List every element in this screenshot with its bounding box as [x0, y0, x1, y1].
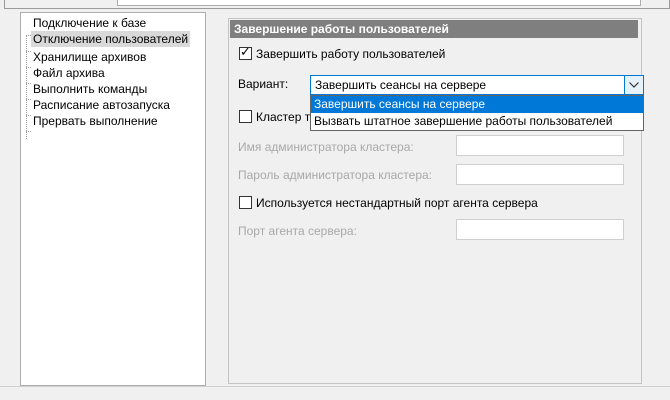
top-input[interactable] [117, 0, 641, 6]
cluster-admin-password-label: Пароль администратора кластера: [238, 168, 433, 182]
cluster-checkbox[interactable] [239, 110, 252, 123]
nonstandard-port-checkbox[interactable] [239, 196, 252, 209]
top-field-frame [4, 0, 670, 9]
tree-item-users-disconnect[interactable]: Отключение пользователей [31, 31, 191, 47]
variant-select[interactable]: Завершить сеансы на сервере [310, 75, 644, 95]
agent-port-input[interactable] [456, 219, 624, 240]
agent-port-label: Порт агента сервера: [238, 224, 357, 238]
tree-connector [26, 131, 31, 132]
variant-label: Вариант: [238, 77, 289, 91]
variant-option[interactable]: Завершить сеансы на сервере [311, 96, 643, 113]
variant-option[interactable]: Вызвать штатное завершение работы пользо… [311, 113, 643, 130]
cluster-checkbox-label: Кластер т [256, 110, 311, 124]
check-icon: ✓ [240, 44, 251, 59]
top-frame [0, 0, 670, 12]
terminate-users-checkbox[interactable]: ✓ [239, 44, 252, 60]
cluster-admin-name-input[interactable] [456, 135, 624, 156]
section-title: Завершение работы пользователей [230, 20, 638, 38]
tree-item-archive-storage[interactable]: Хранилище архивов [31, 49, 148, 65]
cluster-admin-name-label: Имя администратора кластера: [238, 140, 414, 154]
chevron-down-icon [629, 82, 639, 88]
variant-selected-value: Завершить сеансы на сервере [315, 78, 487, 92]
terminate-users-label: Завершить работу пользователей [256, 47, 446, 61]
dropdown-button[interactable] [624, 76, 643, 94]
tree-item-archive-file[interactable]: Файл архива [31, 65, 107, 81]
variant-dropdown-list[interactable]: Завершить сеансы на сервере Вызвать штат… [310, 95, 644, 131]
nonstandard-port-label: Используется нестандартный порт агента с… [256, 196, 538, 210]
tree-item-autorun-schedule[interactable]: Расписание автозапуска [31, 97, 172, 113]
cluster-admin-password-input[interactable] [456, 164, 624, 185]
tree-item-abort-execution[interactable]: Прервать выполнение [31, 113, 160, 129]
bottom-divider [0, 386, 670, 387]
settings-tree[interactable]: Подключение к базе Отключение пользовате… [20, 12, 206, 386]
tree-item-db-connection[interactable]: Подключение к базе [31, 15, 148, 31]
tree-item-run-commands[interactable]: Выполнить команды [31, 81, 149, 97]
